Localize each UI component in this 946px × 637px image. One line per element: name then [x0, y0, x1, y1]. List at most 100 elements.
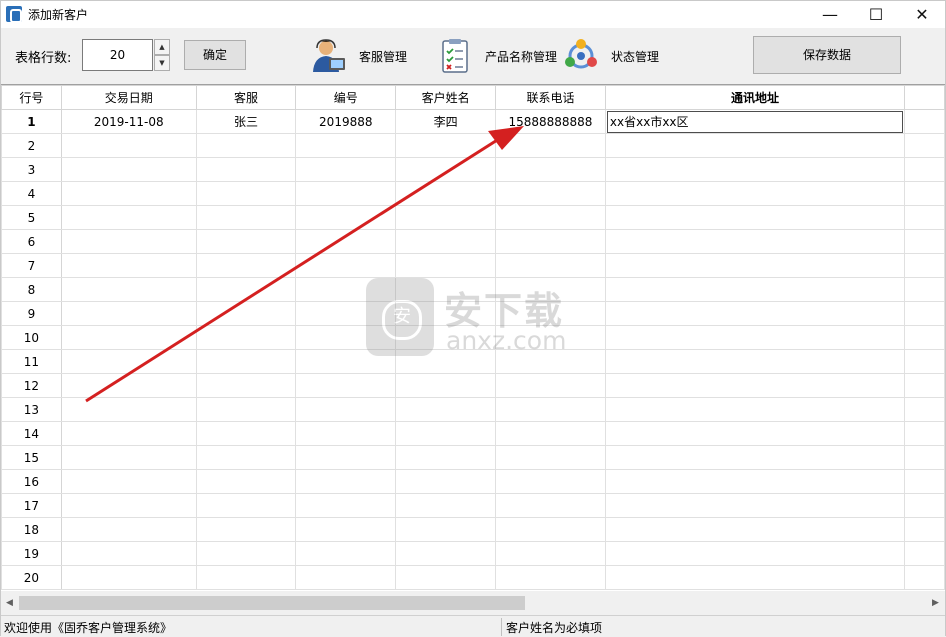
- cell-service[interactable]: [195, 157, 297, 182]
- cell-address[interactable]: [604, 325, 906, 350]
- cell-address[interactable]: [604, 349, 906, 374]
- cell-customer-name[interactable]: [395, 541, 496, 566]
- cell-trade-date[interactable]: [60, 445, 197, 470]
- row-number-cell[interactable]: 7: [1, 253, 62, 278]
- cell-code[interactable]: [295, 397, 397, 422]
- confirm-button[interactable]: 确定: [184, 40, 246, 70]
- product-name-button[interactable]: 产品名称管理: [437, 36, 557, 76]
- row-number-cell[interactable]: 20: [1, 565, 62, 590]
- cell-service[interactable]: [195, 325, 297, 350]
- row-number-cell[interactable]: 16: [1, 469, 62, 494]
- cell-service[interactable]: [195, 517, 297, 542]
- row-number-cell[interactable]: 13: [1, 397, 62, 422]
- cell-customer-name[interactable]: [395, 157, 496, 182]
- cell-address[interactable]: [604, 301, 906, 326]
- cell-address[interactable]: [604, 181, 906, 206]
- cell-service[interactable]: [195, 493, 297, 518]
- cell-trade-date[interactable]: [60, 349, 197, 374]
- col-header-row-number[interactable]: 行号: [1, 85, 62, 110]
- cell-trade-date[interactable]: [60, 397, 197, 422]
- row-number-cell[interactable]: 9: [1, 301, 62, 326]
- cell-phone[interactable]: [495, 541, 606, 566]
- row-number-cell[interactable]: 8: [1, 277, 62, 302]
- cell-address[interactable]: [604, 493, 906, 518]
- maximize-button[interactable]: ☐: [853, 1, 899, 28]
- cell-trade-date[interactable]: [60, 205, 197, 230]
- cell-trade-date[interactable]: [60, 157, 197, 182]
- cell-service[interactable]: [195, 205, 297, 230]
- cell-phone[interactable]: [495, 565, 606, 590]
- cell-phone[interactable]: [495, 157, 606, 182]
- cell-trade-date[interactable]: [60, 253, 197, 278]
- cell-phone[interactable]: [495, 133, 606, 158]
- spin-down-button[interactable]: ▼: [154, 55, 170, 71]
- cell-phone[interactable]: [495, 373, 606, 398]
- table-row[interactable]: 14: [1, 421, 945, 446]
- table-row[interactable]: 2: [1, 133, 945, 158]
- close-button[interactable]: ✕: [899, 1, 945, 28]
- cell-code[interactable]: 2019888: [295, 109, 397, 134]
- table-row[interactable]: 16: [1, 469, 945, 494]
- rows-count-input[interactable]: 20: [82, 39, 153, 71]
- cell-code[interactable]: [295, 133, 397, 158]
- cell-phone[interactable]: [495, 253, 606, 278]
- table-row[interactable]: 20: [1, 565, 945, 590]
- cell-address[interactable]: [604, 373, 906, 398]
- cell-service[interactable]: 张三: [195, 109, 297, 134]
- cell-phone[interactable]: [495, 181, 606, 206]
- cell-customer-name[interactable]: [395, 253, 496, 278]
- cell-code[interactable]: [295, 445, 397, 470]
- cell-code[interactable]: [295, 517, 397, 542]
- cell-address[interactable]: [604, 229, 906, 254]
- table-row[interactable]: 6: [1, 229, 945, 254]
- cell-service[interactable]: [195, 397, 297, 422]
- cell-address[interactable]: [604, 205, 906, 230]
- cell-trade-date[interactable]: 2019-11-08: [60, 109, 197, 134]
- table-row[interactable]: 4: [1, 181, 945, 206]
- cell-phone[interactable]: [495, 205, 606, 230]
- row-number-cell[interactable]: 19: [1, 541, 62, 566]
- cell-service[interactable]: [195, 133, 297, 158]
- cell-customer-name[interactable]: [395, 181, 496, 206]
- cell-trade-date[interactable]: [60, 517, 197, 542]
- table-row[interactable]: 7: [1, 253, 945, 278]
- cell-trade-date[interactable]: [60, 325, 197, 350]
- cell-code[interactable]: [295, 181, 397, 206]
- cell-phone[interactable]: [495, 493, 606, 518]
- cell-service[interactable]: [195, 277, 297, 302]
- cell-address[interactable]: [604, 541, 906, 566]
- cell-trade-date[interactable]: [60, 541, 197, 566]
- cell-customer-name[interactable]: [395, 445, 496, 470]
- cell-phone[interactable]: [495, 229, 606, 254]
- cell-address[interactable]: [604, 277, 906, 302]
- cell-code[interactable]: [295, 421, 397, 446]
- spin-up-button[interactable]: ▲: [154, 39, 170, 55]
- col-header-customer-name[interactable]: 客户姓名: [395, 85, 496, 110]
- row-number-cell[interactable]: 2: [1, 133, 62, 158]
- cell-customer-name[interactable]: [395, 517, 496, 542]
- table-row[interactable]: 18: [1, 517, 945, 542]
- cell-code[interactable]: [295, 157, 397, 182]
- row-number-cell[interactable]: 15: [1, 445, 62, 470]
- cell-service[interactable]: [195, 421, 297, 446]
- customer-service-button[interactable]: 客服管理: [311, 36, 407, 76]
- cell-customer-name[interactable]: [395, 493, 496, 518]
- table-row[interactable]: 13: [1, 397, 945, 422]
- table-row[interactable]: 1 2019-11-08 张三 2019888 李四 15888888888 xx省xx市x…: [1, 109, 945, 134]
- col-header-phone[interactable]: 联系电话: [495, 85, 606, 110]
- cell-service[interactable]: [195, 469, 297, 494]
- scroll-left-arrow-icon[interactable]: ◀: [1, 592, 18, 614]
- cell-service[interactable]: [195, 373, 297, 398]
- col-header-trade-date[interactable]: 交易日期: [60, 85, 197, 110]
- cell-address[interactable]: [604, 469, 906, 494]
- cell-code[interactable]: [295, 373, 397, 398]
- cell-phone[interactable]: [495, 445, 606, 470]
- cell-code[interactable]: [295, 205, 397, 230]
- save-data-button[interactable]: 保存数据: [753, 36, 901, 74]
- cell-customer-name[interactable]: [395, 205, 496, 230]
- row-number-cell[interactable]: 4: [1, 181, 62, 206]
- cell-address[interactable]: [604, 157, 906, 182]
- row-number-cell[interactable]: 6: [1, 229, 62, 254]
- cell-address[interactable]: [604, 445, 906, 470]
- cell-customer-name[interactable]: [395, 229, 496, 254]
